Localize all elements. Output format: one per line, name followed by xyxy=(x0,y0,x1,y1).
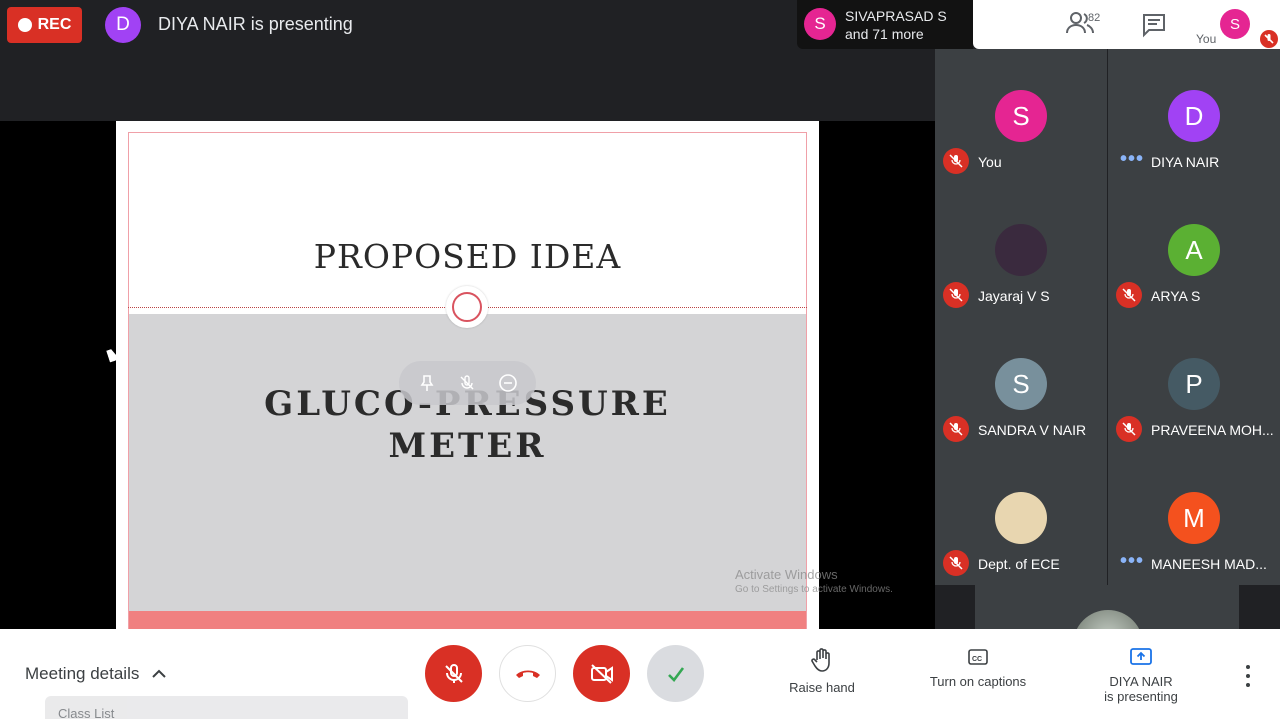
tile-hover-controls xyxy=(399,361,536,405)
chat-icon xyxy=(1143,14,1165,38)
camera-toggle-button[interactable] xyxy=(573,645,630,702)
presentation-status-button[interactable]: DIYA NAIR is presenting xyxy=(1090,647,1192,704)
mic-off-icon xyxy=(444,663,463,683)
participant-tile[interactable]: P PRAVEENA MOH... xyxy=(1108,317,1280,451)
meeting-details-label: Meeting details xyxy=(25,664,140,683)
slide-circle-ornament xyxy=(446,286,488,328)
participant-tile[interactable]: Dept. of ECE xyxy=(935,451,1107,585)
participant-tile[interactable]: M ••• MANEESH MAD... xyxy=(1108,451,1280,585)
participant-tile[interactable]: S SANDRA V NAIR xyxy=(935,317,1107,451)
rec-label: REC xyxy=(37,16,72,33)
checkmark-icon xyxy=(667,666,684,682)
participant-name: PRAVEENA MOH... xyxy=(1151,422,1274,438)
captions-label: Turn on captions xyxy=(929,674,1027,689)
participant-name: DIYA NAIR xyxy=(1151,154,1220,170)
participant-name: You xyxy=(978,154,1002,170)
more-options-button[interactable] xyxy=(1240,665,1256,687)
present-screen-icon xyxy=(1130,648,1152,665)
presenter-avatar: D xyxy=(105,7,141,43)
participant-grid: S You D ••• DIYA NAIR Jayaraj V S A ARYA S S SAND… xyxy=(935,49,1280,585)
overlay-toolbar: Class List xyxy=(45,696,408,719)
extension-check-button[interactable] xyxy=(647,645,704,702)
present-label-line2: is presenting xyxy=(1104,689,1178,704)
participant-avatar xyxy=(995,224,1047,276)
muted-mic-icon xyxy=(1116,282,1142,308)
raise-hand-label: Raise hand xyxy=(789,680,855,695)
camera-off-icon xyxy=(590,663,613,684)
muted-mic-icon xyxy=(943,148,969,174)
participant-tile[interactable]: Jayaraj V S xyxy=(935,183,1107,317)
raise-hand-icon xyxy=(811,648,830,672)
participant-avatar xyxy=(995,492,1047,544)
active-speaker-chip[interactable]: S SIVAPRASAD S and 71 more xyxy=(797,0,973,49)
raise-hand-button[interactable]: Raise hand xyxy=(782,647,862,695)
leave-call-button[interactable] xyxy=(499,645,556,702)
present-label-line1: DIYA NAIR xyxy=(1109,674,1173,689)
meet-window: REC D DIYA NAIR is presenting S SIVAPRAS… xyxy=(0,0,1280,719)
mute-participant-icon[interactable] xyxy=(457,373,477,393)
muted-mic-icon xyxy=(943,416,969,442)
speaking-indicator-icon: ••• xyxy=(1120,550,1145,572)
speaker-name: SIVAPRASAD S xyxy=(845,8,947,24)
participant-name: Jayaraj V S xyxy=(978,288,1050,304)
participant-avatar: A xyxy=(1168,224,1220,276)
self-preview-tile[interactable] xyxy=(975,585,1239,629)
hang-up-icon xyxy=(515,670,540,678)
activation-watermark-hint: Go to Settings to activate Windows. xyxy=(735,584,893,595)
participant-name: SANDRA V NAIR xyxy=(978,422,1087,438)
participant-name: ARYA S xyxy=(1151,288,1201,304)
chat-button[interactable] xyxy=(1141,12,1169,40)
participant-avatar: S xyxy=(995,358,1047,410)
top-right-controls: You S xyxy=(973,0,1280,49)
self-mic-off-icon xyxy=(1260,30,1278,48)
muted-mic-icon xyxy=(943,282,969,308)
pin-icon[interactable] xyxy=(417,373,437,393)
speaking-indicator-icon: ••• xyxy=(1120,148,1145,170)
activation-watermark: Activate Windows xyxy=(735,567,838,582)
speaker-others: and 71 more xyxy=(845,26,924,42)
participant-avatar: P xyxy=(1168,358,1220,410)
closed-captions-icon: CC xyxy=(968,649,988,665)
class-list-label: Class List xyxy=(58,706,115,719)
microphone-toggle-button[interactable] xyxy=(425,645,482,702)
participant-avatar: D xyxy=(1168,90,1220,142)
presenting-status: DIYA NAIR is presenting xyxy=(158,14,353,34)
slide-subtitle-line2: METER xyxy=(388,426,547,466)
more-vert-icon xyxy=(1246,665,1250,669)
captions-button[interactable]: CC Turn on captions xyxy=(918,647,1038,689)
participant-tile[interactable]: A ARYA S xyxy=(1108,183,1280,317)
participant-name: MANEESH MAD... xyxy=(1151,556,1267,572)
meeting-details-button[interactable]: Meeting details xyxy=(25,664,167,684)
self-video-thumbnail xyxy=(1073,610,1143,629)
top-bar: REC D DIYA NAIR is presenting xyxy=(0,0,935,121)
bottom-bar: Meeting details Class List Raise hand CC… xyxy=(0,629,1280,719)
slide-title: PROPOSED IDEA xyxy=(313,237,622,276)
participant-tile[interactable]: D ••• DIYA NAIR xyxy=(1108,49,1280,183)
speaker-avatar: S xyxy=(804,8,836,40)
participant-avatar: S xyxy=(995,90,1047,142)
muted-mic-icon xyxy=(1116,416,1142,442)
muted-mic-icon xyxy=(943,550,969,576)
remove-from-call-icon[interactable] xyxy=(498,373,518,393)
recording-badge: REC xyxy=(7,7,82,43)
people-count: 82 xyxy=(1088,12,1101,24)
self-avatar[interactable]: S xyxy=(1220,9,1250,39)
self-label: You xyxy=(1196,32,1217,46)
chevron-up-icon xyxy=(152,669,167,678)
svg-text:CC: CC xyxy=(972,656,982,663)
participant-avatar: M xyxy=(1168,492,1220,544)
participant-name: Dept. of ECE xyxy=(978,556,1060,572)
record-dot-icon xyxy=(17,18,32,32)
participant-tile[interactable]: S You xyxy=(935,49,1107,183)
